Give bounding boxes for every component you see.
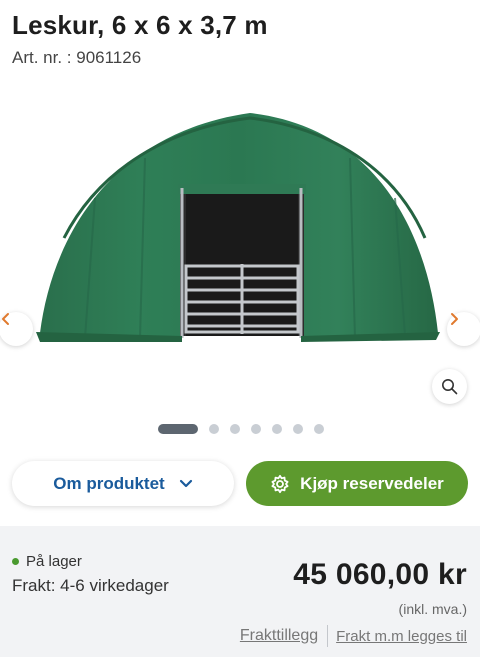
vat-note: (inkl. mva.) <box>398 601 467 617</box>
pagination-dot-3[interactable] <box>230 424 240 434</box>
search-icon <box>442 379 458 395</box>
link-divider <box>327 625 329 647</box>
shipping-links: Frakttillegg Frakt m.m legges til <box>240 625 467 647</box>
stock-status-label: På lager <box>26 553 82 570</box>
product-title: Leskur, 6 x 6 x 3,7 m <box>12 10 268 40</box>
pagination-dot-4[interactable] <box>251 424 261 434</box>
product-image-gallery[interactable] <box>0 88 480 408</box>
chevron-left-icon <box>2 313 9 325</box>
shipping-added-link[interactable]: Frakt m.m legges til <box>336 628 467 645</box>
article-number: Art. nr. : 9061126 <box>12 48 142 67</box>
zoom-image-button[interactable] <box>432 369 467 404</box>
pagination-dot-1[interactable] <box>158 424 198 434</box>
pagination-dot-7[interactable] <box>314 424 324 434</box>
pagination-dot-5[interactable] <box>272 424 282 434</box>
about-product-button[interactable]: Om produktet <box>12 461 234 506</box>
next-image-button[interactable] <box>447 312 480 346</box>
about-product-label: Om produktet <box>53 473 165 493</box>
gear-icon <box>271 474 289 493</box>
chevron-down-icon <box>179 479 192 487</box>
buy-spare-parts-label: Kjøp reservedeler <box>300 473 444 493</box>
pagination-dot-2[interactable] <box>209 424 219 434</box>
shipping-time: Frakt: 4-6 virkedager <box>12 576 169 595</box>
previous-image-button[interactable] <box>0 312 33 346</box>
in-stock-indicator-icon <box>12 558 19 565</box>
product-image <box>36 113 440 342</box>
pagination-dot-6[interactable] <box>293 424 303 434</box>
gallery-pagination <box>158 424 324 434</box>
stock-status: På lager <box>12 553 82 570</box>
shipping-surcharge-link[interactable]: Frakttillegg <box>240 627 318 645</box>
chevron-right-icon <box>451 313 458 325</box>
product-price: 45 060,00 kr <box>293 558 467 591</box>
buy-spare-parts-button[interactable]: Kjøp reservedeler <box>246 461 468 506</box>
purchase-panel: På lager Frakt: 4-6 virkedager 45 060,00… <box>0 526 480 657</box>
